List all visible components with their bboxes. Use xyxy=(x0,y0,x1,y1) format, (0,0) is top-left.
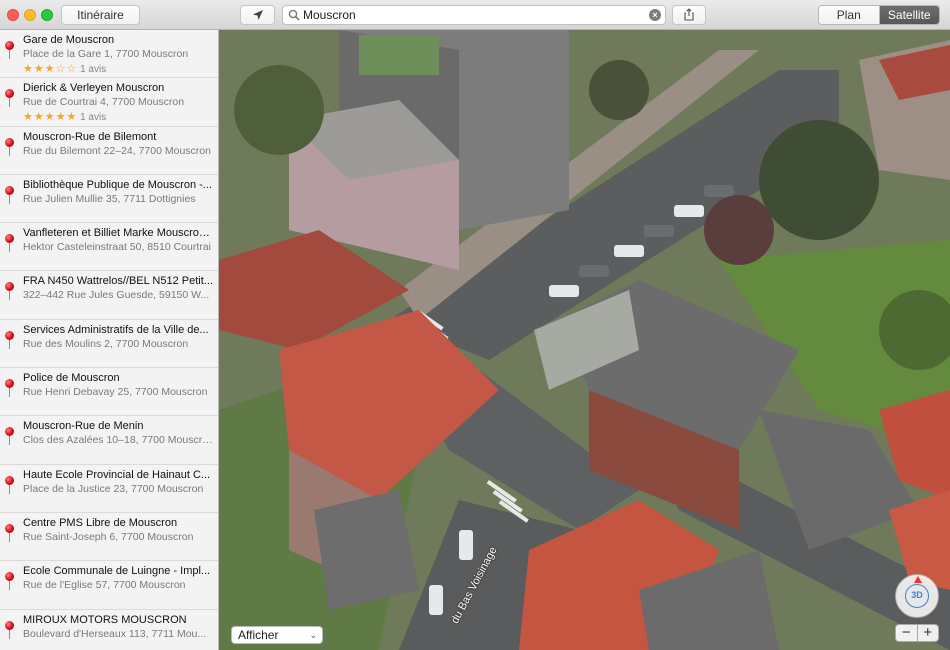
result-address: Place de la Gare 1, 7700 Mouscron xyxy=(23,48,189,60)
chevron-down-icon: ⌄ xyxy=(309,630,317,640)
result-item[interactable]: Gare de Mouscron Place de la Gare 1, 770… xyxy=(0,30,218,79)
clear-search-icon[interactable]: × xyxy=(649,9,661,21)
result-title: FRA N450 Wattrelos//BEL N512 Petit... xyxy=(23,275,213,288)
pin-icon xyxy=(5,475,14,494)
pin-icon xyxy=(5,185,14,204)
result-address: Boulevard d'Herseaux 113, 7711 Mou... xyxy=(23,627,207,640)
result-item[interactable]: MIROUX MOTORS MOUSCRON Boulevard d'Herse… xyxy=(0,610,218,650)
result-title: Bibliothèque Publique de Mouscron -... xyxy=(23,178,212,191)
result-title: Haute Ecole Provincial de Hainaut C... xyxy=(23,468,211,481)
result-address: Hektor Casteleinstraat 50, 8510 Courtrai xyxy=(23,241,211,254)
minimize-window-button[interactable] xyxy=(24,9,36,21)
pin-icon xyxy=(5,330,14,349)
compass-3d-button[interactable]: 3D xyxy=(895,574,939,618)
share-button[interactable] xyxy=(672,5,706,25)
pin-icon xyxy=(5,89,14,108)
star-rating-icon: ★★★★★ xyxy=(23,111,78,124)
result-address: Rue Saint-Joseph 6, 7700 Mouscron xyxy=(23,530,194,543)
result-item[interactable]: Dierick & Verleyen Mouscron Rue de Court… xyxy=(0,78,218,127)
toolbar: Itinéraire Mouscron × Plan Satellite xyxy=(0,0,950,30)
result-rating: ★★★☆☆ 1 avis xyxy=(23,62,106,75)
zoom-out-button[interactable]: − xyxy=(896,625,918,641)
map-mode-toggle: Plan Satellite xyxy=(818,5,940,25)
close-window-button[interactable] xyxy=(7,9,19,21)
result-address: Rue de Courtrai 4, 7700 Mouscron xyxy=(23,96,185,109)
share-icon xyxy=(684,8,694,21)
result-title: Mouscron-Rue de Bilemont xyxy=(23,130,157,143)
pin-icon xyxy=(5,427,14,446)
result-title: Dierick & Verleyen Mouscron xyxy=(23,82,165,95)
result-item[interactable]: FRA N450 Wattrelos//BEL N512 Petit... 32… xyxy=(0,271,218,320)
pin-icon xyxy=(5,620,14,639)
star-rating-icon: ★★★☆☆ xyxy=(23,63,78,75)
result-address: Rue Henri Debavay 25, 7700 Mouscron xyxy=(23,386,208,399)
result-item[interactable]: Bibliothèque Publique de Mouscron -... R… xyxy=(0,175,218,224)
current-location-button[interactable] xyxy=(240,5,275,25)
result-title: MIROUX MOTORS MOUSCRON xyxy=(23,613,187,626)
result-rating: ★★★★★ 1 avis xyxy=(23,110,106,123)
search-field[interactable]: Mouscron × xyxy=(282,5,666,25)
result-address: Rue Julien Mullie 35, 7711 Dottignies xyxy=(23,192,196,205)
satellite-imagery xyxy=(219,30,950,650)
result-title: Police de Mouscron xyxy=(23,372,120,385)
zoom-window-button[interactable] xyxy=(41,9,53,21)
pin-icon xyxy=(5,282,14,301)
satellite-mode-button[interactable]: Satellite xyxy=(879,6,939,24)
plan-mode-button[interactable]: Plan xyxy=(819,6,880,24)
pin-icon xyxy=(5,234,14,253)
pin-icon xyxy=(5,379,14,398)
compass-north-icon xyxy=(914,576,922,583)
result-item[interactable]: Services Administratifs de la Ville de..… xyxy=(0,320,218,369)
review-count: 1 avis xyxy=(80,112,107,124)
result-title: Centre PMS Libre de Mouscron xyxy=(23,516,178,529)
3d-label: 3D xyxy=(905,584,929,608)
pin-icon xyxy=(5,137,14,156)
location-arrow-icon xyxy=(252,10,263,20)
result-address: Rue du Bilemont 22–24, 7700 Mouscron xyxy=(23,144,211,157)
result-title: Mouscron-Rue de Menin xyxy=(23,420,144,433)
result-title: Ecole Communale de Luingne - Impl... xyxy=(23,565,211,578)
map-view[interactable]: du Bas Voisinage Afficher ⌄ 3D − + xyxy=(219,30,950,650)
results-sidebar: Gare de Mouscron Place de la Gare 1, 770… xyxy=(0,30,219,650)
display-options-label: Afficher xyxy=(238,628,279,642)
result-title: Gare de Mouscron xyxy=(23,34,115,46)
result-item[interactable]: Vanfleteren et Billiet Marke Mouscron...… xyxy=(0,223,218,272)
result-address: Clos des Azalées 10–18, 7700 Mouscron xyxy=(23,434,213,447)
result-address: Rue des Moulins 2, 7700 Mouscron xyxy=(23,337,189,350)
pin-icon xyxy=(5,572,14,591)
result-item[interactable]: Haute Ecole Provincial de Hainaut C... P… xyxy=(0,465,218,513)
result-address: 322–442 Rue Jules Guesde, 59150 W... xyxy=(23,289,210,302)
zoom-in-button[interactable]: + xyxy=(918,625,939,641)
result-address: Rue de l'Eglise 57, 7700 Mouscron xyxy=(23,579,186,592)
result-item[interactable]: Mouscron-Rue de Menin Clos des Azalées 1… xyxy=(0,416,218,465)
search-icon xyxy=(288,9,300,21)
pin-icon xyxy=(5,41,14,59)
pin-icon xyxy=(5,523,14,542)
result-item[interactable]: Mouscron-Rue de Bilemont Rue du Bilemont… xyxy=(0,127,218,175)
result-title: Vanfleteren et Billiet Marke Mouscron... xyxy=(23,227,213,240)
search-input[interactable]: Mouscron xyxy=(303,8,356,22)
result-address: Place de la Justice 23, 7700 Mouscron xyxy=(23,482,204,495)
result-item[interactable]: Ecole Communale de Luingne - Impl... Rue… xyxy=(0,561,218,610)
result-item[interactable]: Centre PMS Libre de Mouscron Rue Saint-J… xyxy=(0,513,218,562)
zoom-control: − + xyxy=(895,624,939,642)
result-item[interactable]: Police de Mouscron Rue Henri Debavay 25,… xyxy=(0,368,218,417)
review-count: 1 avis xyxy=(80,64,107,75)
result-title: Services Administratifs de la Ville de..… xyxy=(23,323,209,336)
display-options-dropdown[interactable]: Afficher ⌄ xyxy=(231,626,323,644)
itinerary-button[interactable]: Itinéraire xyxy=(61,5,140,25)
